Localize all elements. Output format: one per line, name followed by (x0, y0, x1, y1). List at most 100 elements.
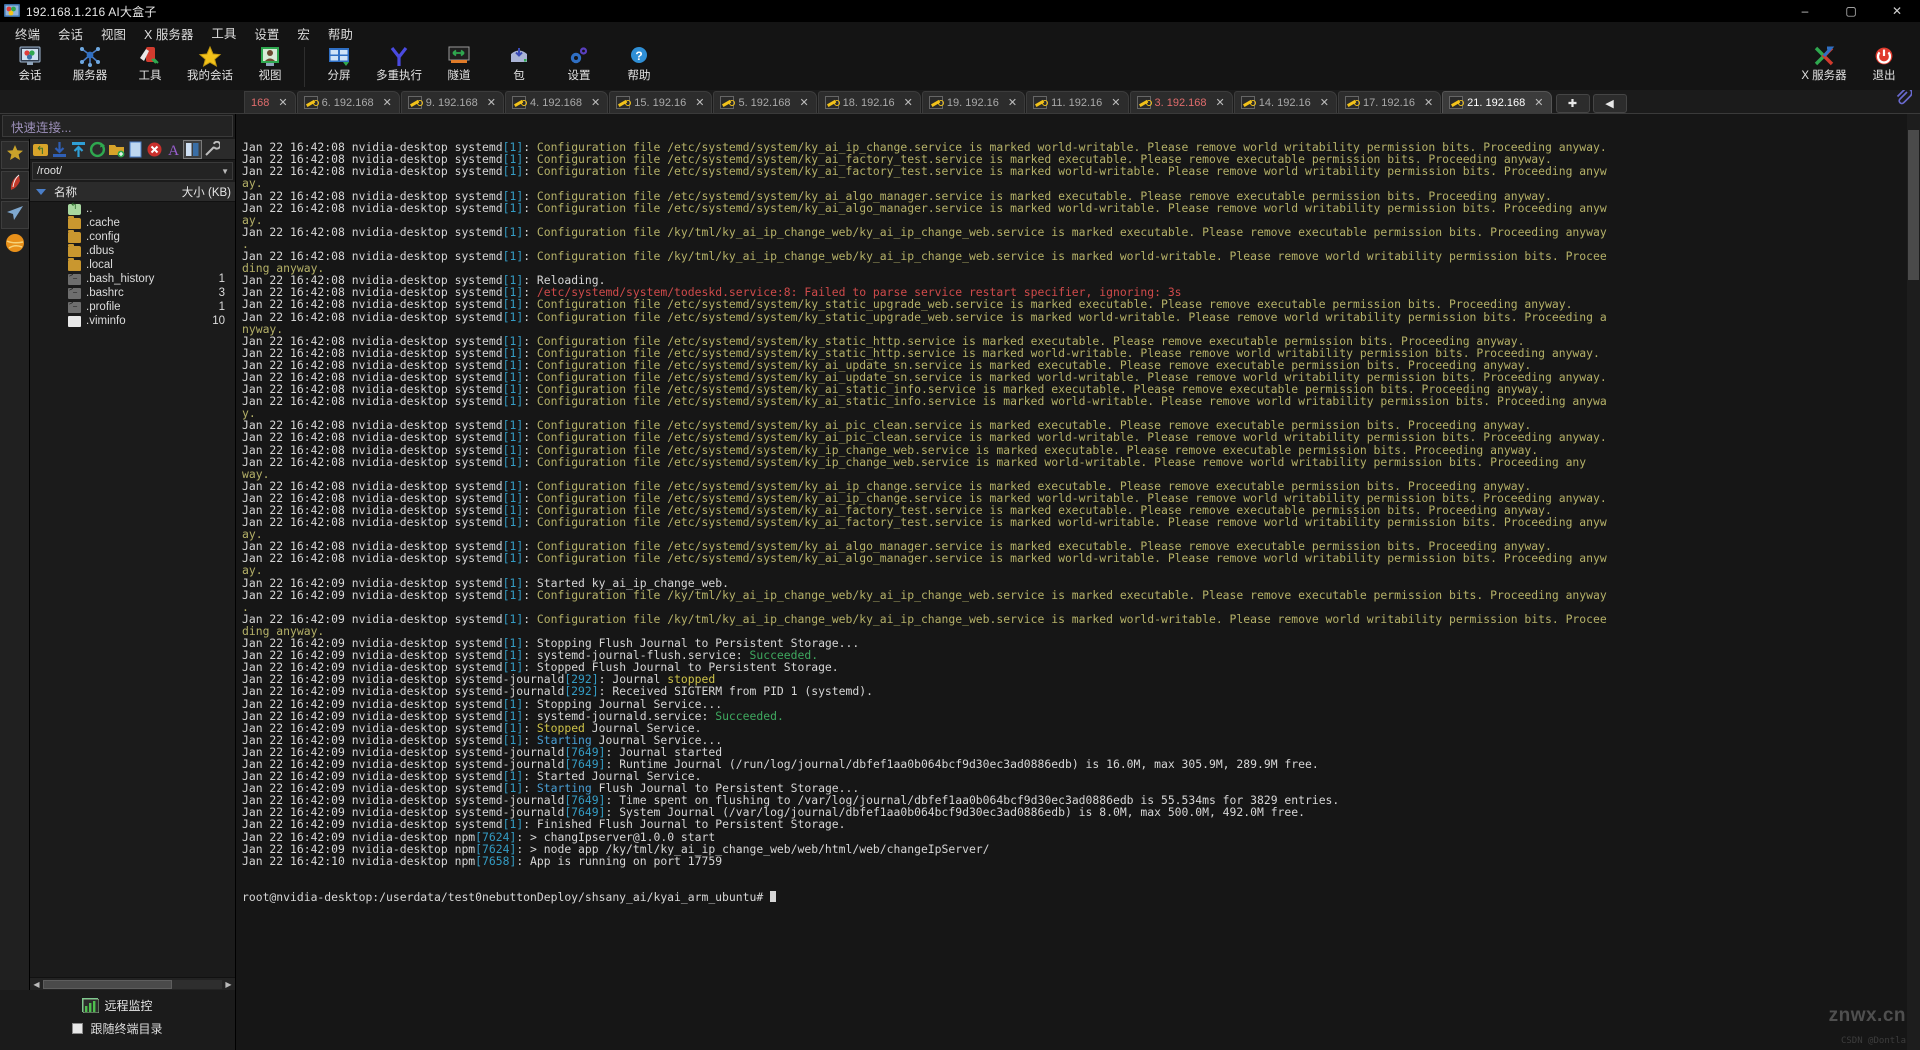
toolbar-help[interactable]: ? 帮助 (609, 44, 669, 82)
parent-dir-icon[interactable]: ↰ (32, 141, 49, 158)
file-list-hscrollbar[interactable]: ◀ ▶ (30, 977, 235, 990)
servers-icon (77, 45, 103, 69)
tab-close-icon[interactable]: ✕ (695, 96, 704, 109)
tab-5[interactable]: 5. 192.168 ✕ (713, 91, 817, 113)
menu-settings[interactable]: 设置 (245, 22, 288, 45)
quick-connect-input[interactable]: 快速连接... (2, 115, 233, 137)
tab-close-icon[interactable]: ✕ (904, 96, 913, 109)
menu-xserver[interactable]: X 服务器 (135, 22, 202, 45)
tab-close-icon[interactable]: ✕ (278, 96, 287, 109)
close-button[interactable]: ✕ (1874, 0, 1920, 22)
scroll-track[interactable] (43, 979, 222, 989)
tab-12[interactable]: 21. 192.168 ✕ (1442, 91, 1552, 113)
column-size[interactable]: 大小 (KB) (175, 184, 235, 200)
list-item[interactable]: .local (30, 257, 235, 272)
tab-4[interactable]: 15. 192.16 ✕ (609, 91, 713, 113)
tab-7[interactable]: 19. 192.16 ✕ (921, 91, 1026, 113)
tab-close-icon[interactable]: ✕ (591, 96, 600, 109)
list-item[interactable]: .dbus (30, 243, 235, 258)
tab-close-icon[interactable]: ✕ (1424, 96, 1433, 109)
tab-close-icon[interactable]: ✕ (1534, 96, 1543, 109)
toolbar-settings[interactable]: 设置 (549, 44, 609, 82)
tab-6[interactable]: 18. 192.16 ✕ (817, 91, 921, 113)
tab-close-icon[interactable]: ✕ (1008, 96, 1017, 109)
follow-terminal-label: 跟随终端目录 (90, 1022, 163, 1036)
menu-view[interactable]: 视图 (92, 22, 135, 45)
file-name: .. (86, 203, 93, 215)
list-item[interactable]: .bash_history 1 (30, 272, 235, 286)
sftp-path-input[interactable]: /root/ ▼ (32, 162, 233, 180)
menu-help[interactable]: 帮助 (319, 22, 362, 45)
sidebar-item-macros[interactable] (1, 201, 29, 229)
terminal-scrollbar[interactable]: ▲ (1907, 114, 1920, 1050)
toolbar-multiexec[interactable]: 多重执行 (369, 44, 429, 82)
follow-terminal-checkbox[interactable] (72, 1023, 84, 1034)
menubar: 终端 会话 视图 X 服务器 工具 设置 宏 帮助 (0, 21, 1920, 45)
tab-11[interactable]: 17. 192.16 ✕ (1337, 91, 1442, 113)
wrench-icon[interactable] (203, 140, 222, 158)
menu-session[interactable]: 会话 (49, 22, 92, 45)
new-tab-button[interactable]: ✚ (1555, 94, 1590, 113)
toolbar-xserver[interactable]: X 服务器 (1794, 44, 1854, 82)
tab-label: 18. 192.16 (842, 96, 895, 109)
toolbar-servers[interactable]: 服务器 (60, 44, 120, 82)
tab-2[interactable]: 9. 192.168 ✕ (400, 91, 505, 113)
download-icon[interactable] (51, 141, 68, 158)
tab-0[interactable]: 168 ✕ (244, 91, 296, 113)
toolbar-tunneling[interactable]: 隧道 (429, 44, 489, 82)
toolbar-packages[interactable]: 包 (489, 44, 549, 82)
delete-icon[interactable] (146, 141, 163, 158)
tab-close-icon[interactable]: ✕ (1216, 96, 1225, 109)
split-view-icon[interactable] (183, 139, 202, 159)
tab-close-icon[interactable]: ✕ (487, 96, 496, 109)
toolbar-tools[interactable]: 工具 (120, 44, 180, 82)
scroll-left-icon[interactable]: ◀ (30, 980, 43, 989)
list-item[interactable]: .bashrc 3 (30, 286, 235, 300)
paperclip-icon[interactable] (1894, 87, 1913, 111)
tab-1[interactable]: 6. 192.168 ✕ (296, 91, 400, 113)
tab-10[interactable]: 14. 192.16 ✕ (1233, 91, 1337, 113)
prev-tab-button[interactable]: ◀ (1592, 94, 1627, 113)
refresh-icon[interactable] (89, 141, 106, 158)
remote-monitoring-button[interactable]: 远程监控 (0, 990, 235, 1020)
list-item[interactable]: .config (30, 229, 235, 244)
tab-9[interactable]: 3. 192.168 ✕ (1129, 91, 1233, 113)
menu-macros[interactable]: 宏 (288, 22, 319, 45)
file-list[interactable]: .. .cache .config .d (30, 202, 235, 977)
tab-3[interactable]: 4. 192.168 ✕ (505, 91, 609, 113)
tab-close-icon[interactable]: ✕ (1111, 96, 1120, 109)
column-name[interactable]: 名称 (30, 184, 175, 200)
text-mode-icon[interactable]: A (165, 141, 182, 159)
tab-8[interactable]: 11. 192.16 ✕ (1026, 91, 1129, 113)
toolbar-exit[interactable]: 退出 (1854, 44, 1914, 82)
toolbar-view[interactable]: 视图 (240, 44, 300, 82)
terminal-scroll-thumb[interactable] (1908, 130, 1919, 280)
terminal-output[interactable]: Jan 22 16:42:08 nvidia-desktop systemd[1… (236, 114, 1920, 1050)
menu-tools[interactable]: 工具 (202, 21, 246, 45)
scroll-thumb[interactable] (43, 979, 172, 989)
list-item[interactable]: .viminfo 10 (30, 314, 235, 328)
tab-close-icon[interactable]: ✕ (1320, 96, 1329, 109)
terminal-line: Jan 22 16:42:08 nvidia-desktop systemd[1… (242, 224, 1607, 239)
scroll-right-icon[interactable]: ▶ (222, 980, 235, 989)
toolbar-split[interactable]: 分屏 (309, 44, 369, 82)
minimize-button[interactable]: – (1782, 0, 1828, 22)
chevron-down-icon[interactable]: ▼ (221, 167, 229, 176)
tab-close-icon[interactable]: ✕ (383, 96, 392, 109)
sidebar-item-tools[interactable] (1, 231, 29, 259)
list-item[interactable]: .profile 1 (30, 300, 235, 314)
tab-close-icon[interactable]: ✕ (799, 96, 808, 109)
list-item[interactable]: .cache (30, 215, 235, 230)
toolbar-mysessions[interactable]: 我的会话 (180, 44, 240, 82)
new-folder-icon[interactable] (108, 141, 125, 158)
maximize-button[interactable]: ▢ (1828, 0, 1874, 22)
upload-icon[interactable] (70, 141, 87, 158)
list-item[interactable]: .. (30, 202, 235, 216)
toolbar-session[interactable]: 会话 (0, 44, 60, 82)
follow-terminal-row[interactable]: 跟随终端目录 (0, 1020, 235, 1037)
sidebar-item-sftp[interactable] (1, 171, 29, 199)
new-file-icon[interactable] (127, 141, 144, 158)
menu-terminal[interactable]: 终端 (6, 22, 49, 45)
tools-icon (137, 45, 163, 69)
sidebar-item-favorites[interactable] (1, 141, 29, 169)
